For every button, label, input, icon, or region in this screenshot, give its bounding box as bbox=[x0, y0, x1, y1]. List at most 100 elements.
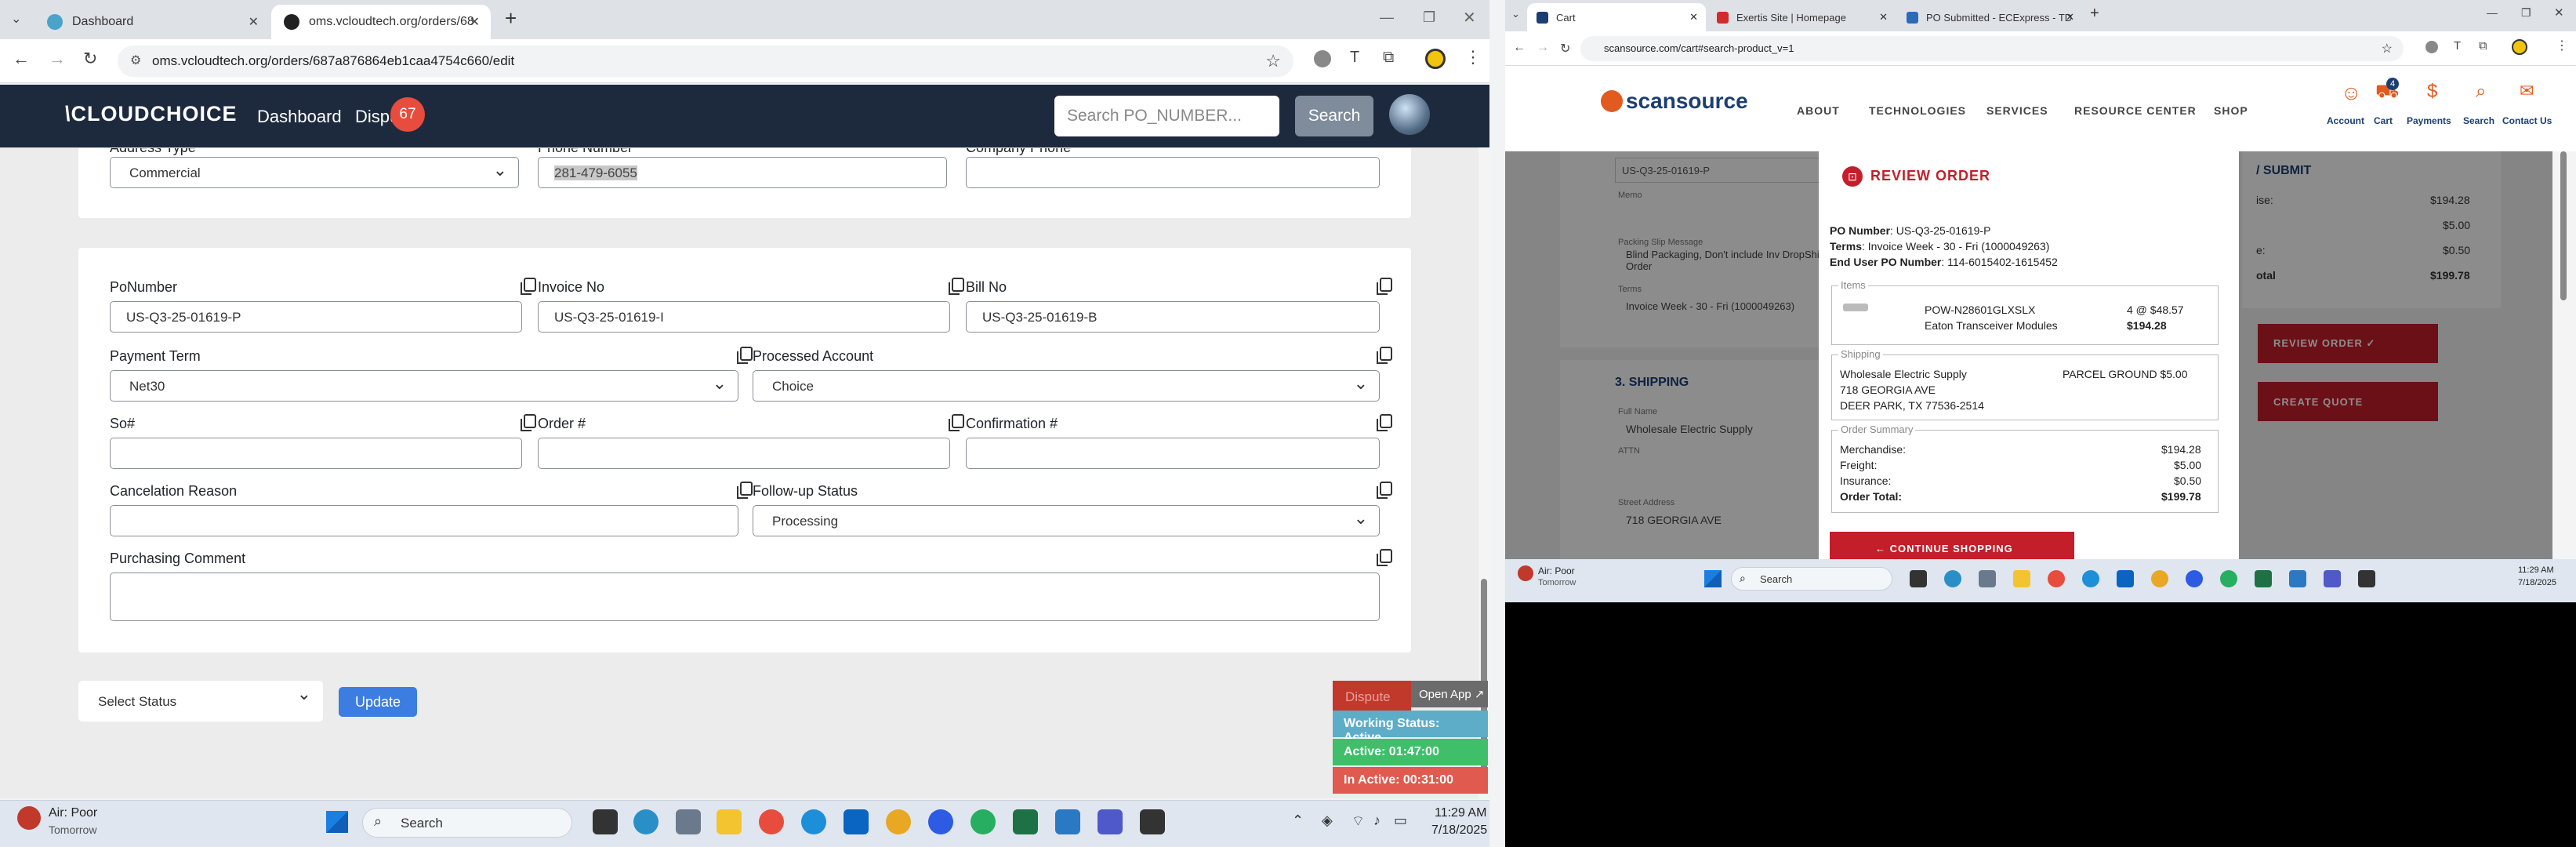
profile-icon[interactable] bbox=[1425, 49, 1446, 69]
user-avatar[interactable] bbox=[1389, 94, 1430, 135]
weather-text[interactable]: Air: Poor bbox=[1538, 565, 1575, 576]
copy-order-icon[interactable] bbox=[949, 414, 964, 431]
minimize-icon[interactable]: — bbox=[2487, 6, 2498, 19]
start-windows-icon[interactable] bbox=[1704, 570, 1722, 587]
phone-input[interactable]: 281-479-6055 bbox=[538, 157, 947, 188]
nav-shop[interactable]: SHOP bbox=[2214, 104, 2248, 117]
restore-icon[interactable]: ❐ bbox=[2521, 6, 2531, 20]
cart-link[interactable]: Cart bbox=[2374, 115, 2393, 126]
copy-so-icon[interactable] bbox=[521, 414, 536, 431]
payment-term-select[interactable]: Net30 bbox=[110, 370, 738, 402]
translate-icon[interactable]: T bbox=[1350, 49, 1359, 67]
calculator-icon[interactable] bbox=[1979, 570, 1996, 587]
copy-invoice-icon[interactable] bbox=[949, 278, 964, 295]
address-type-select[interactable]: Commercial bbox=[110, 157, 519, 188]
edge-icon[interactable] bbox=[801, 809, 826, 834]
forward-icon[interactable]: → bbox=[1537, 41, 1549, 55]
zoom-icon[interactable] bbox=[2186, 570, 2203, 587]
account-link[interactable]: Account bbox=[2327, 115, 2364, 126]
chrome-icon[interactable] bbox=[759, 809, 784, 834]
weather-icon[interactable] bbox=[17, 806, 41, 830]
battery-icon[interactable]: ▭ bbox=[1394, 812, 1407, 829]
update-button[interactable]: Update bbox=[339, 687, 417, 717]
reload-icon[interactable]: ↻ bbox=[83, 49, 97, 69]
followup-status-select[interactable]: Processing bbox=[753, 505, 1380, 536]
clock-time[interactable]: 11:29 AM bbox=[2518, 565, 2554, 575]
clock-date[interactable]: 7/18/2025 bbox=[2518, 578, 2556, 587]
order-input[interactable] bbox=[538, 438, 950, 469]
tab-dashboard[interactable]: Dashboard ✕ bbox=[34, 5, 270, 39]
tab-list-icon[interactable]: ⌄ bbox=[11, 11, 21, 27]
taskbar-search[interactable]: ⌕ Search bbox=[362, 808, 572, 838]
copy-bill-icon[interactable] bbox=[1377, 278, 1392, 295]
search-link[interactable]: Search bbox=[2463, 115, 2494, 126]
tab-list-icon[interactable]: ⌄ bbox=[1511, 8, 1520, 20]
contact-icon[interactable]: ✉ bbox=[2520, 81, 2534, 101]
nav-resource-center[interactable]: RESOURCE CENTER bbox=[2074, 104, 2197, 117]
outlook-icon[interactable] bbox=[844, 809, 869, 834]
bill-input[interactable]: US-Q3-25-01619-B bbox=[966, 301, 1380, 333]
dispute-button[interactable]: Dispute bbox=[1333, 681, 1411, 712]
terminal-icon[interactable] bbox=[2358, 570, 2375, 587]
chrome-alt-icon[interactable] bbox=[971, 809, 996, 834]
reload-icon[interactable]: ↻ bbox=[1560, 41, 1570, 56]
task-view-icon[interactable] bbox=[1910, 570, 1927, 587]
file-explorer-icon[interactable] bbox=[717, 809, 742, 834]
tab-oms-edit[interactable]: oms.vcloudtech.org/orders/687 ✕ bbox=[271, 5, 491, 39]
tab-po-submitted[interactable]: PO Submitted - ECExpress - TD ✕ bbox=[1897, 3, 2082, 31]
terminal-icon[interactable] bbox=[1140, 809, 1165, 834]
bookmark-star-icon[interactable]: ☆ bbox=[2382, 41, 2393, 56]
right-scrollbar-thumb[interactable] bbox=[2560, 151, 2567, 300]
close-tab-icon[interactable]: ✕ bbox=[1879, 11, 1888, 24]
tab-exertis[interactable]: Exertis Site | Homepage ✕ bbox=[1707, 3, 1896, 31]
copy-po-number-icon[interactable] bbox=[521, 278, 536, 295]
url-field[interactable]: scansource.com/cart#search-product_v=1 ☆ bbox=[1580, 36, 2404, 61]
extensions-puzzle-icon[interactable]: ⧉ bbox=[1383, 49, 1394, 67]
edge-icon[interactable] bbox=[2082, 570, 2099, 587]
chrome-profile-icon[interactable] bbox=[886, 809, 911, 834]
copy-cancel-reason-icon[interactable] bbox=[737, 482, 753, 499]
nav-technologies[interactable]: TECHNOLOGIES bbox=[1869, 104, 1966, 117]
close-tab-icon[interactable]: ✕ bbox=[2066, 11, 2074, 24]
window-close-icon[interactable]: ✕ bbox=[1463, 8, 1476, 27]
po-number-input[interactable]: US-Q3-25-01619-P bbox=[110, 301, 522, 333]
taskbar-search[interactable]: ⌕ Search bbox=[1731, 567, 1892, 591]
tray-app-icon[interactable]: ◈ bbox=[1322, 812, 1333, 829]
zoom-icon[interactable] bbox=[928, 809, 953, 834]
copy-purchasing-comment-icon[interactable] bbox=[1377, 549, 1392, 566]
tray-chevron-icon[interactable]: ⌃ bbox=[1292, 812, 1304, 829]
remote-desktop-icon[interactable] bbox=[2289, 570, 2306, 587]
copy-processed-account-icon[interactable] bbox=[1377, 347, 1392, 364]
edge-app-icon[interactable] bbox=[1944, 570, 1961, 587]
clock-date[interactable]: 7/18/2025 bbox=[1431, 823, 1487, 838]
new-tab-button[interactable]: + bbox=[505, 6, 517, 31]
tab-cart[interactable]: Cart ✕ bbox=[1527, 3, 1706, 31]
clock-time[interactable]: 11:29 AM bbox=[1435, 806, 1486, 820]
weather-icon[interactable] bbox=[1518, 565, 1533, 581]
cloudchoice-logo[interactable]: \CLOUDCHOICE bbox=[64, 102, 238, 126]
teams-icon[interactable] bbox=[1098, 809, 1123, 834]
task-view-icon[interactable] bbox=[593, 809, 618, 834]
scansource-logo[interactable]: scansource bbox=[1626, 89, 1748, 114]
account-icon[interactable]: ☺ bbox=[2341, 81, 2362, 105]
new-tab-button[interactable]: + bbox=[2090, 5, 2099, 23]
chrome-icon[interactable] bbox=[2048, 570, 2065, 587]
invoice-input[interactable]: US-Q3-25-01619-I bbox=[538, 301, 950, 333]
minimize-icon[interactable]: — bbox=[1380, 9, 1394, 26]
excel-icon[interactable] bbox=[1013, 809, 1038, 834]
translate-icon[interactable]: T bbox=[2454, 39, 2461, 53]
volume-icon[interactable]: ♪ bbox=[1373, 812, 1381, 829]
nav-about[interactable]: ABOUT bbox=[1797, 104, 1840, 117]
start-windows-icon[interactable] bbox=[326, 811, 348, 833]
nav-services[interactable]: SERVICES bbox=[1986, 104, 2048, 117]
extension-icon[interactable] bbox=[1314, 50, 1331, 67]
nav-dashboard[interactable]: Dashboard bbox=[257, 107, 342, 127]
close-tab-icon[interactable]: ✕ bbox=[470, 14, 480, 30]
outlook-icon[interactable] bbox=[2117, 570, 2134, 587]
status-select[interactable]: Select Status bbox=[78, 681, 323, 722]
chrome-profile-icon[interactable] bbox=[2151, 570, 2168, 587]
back-icon[interactable]: ← bbox=[13, 49, 30, 69]
contact-link[interactable]: Contact Us bbox=[2502, 115, 2552, 126]
bookmark-star-icon[interactable]: ☆ bbox=[1265, 51, 1281, 71]
copy-followup-icon[interactable] bbox=[1377, 482, 1392, 499]
